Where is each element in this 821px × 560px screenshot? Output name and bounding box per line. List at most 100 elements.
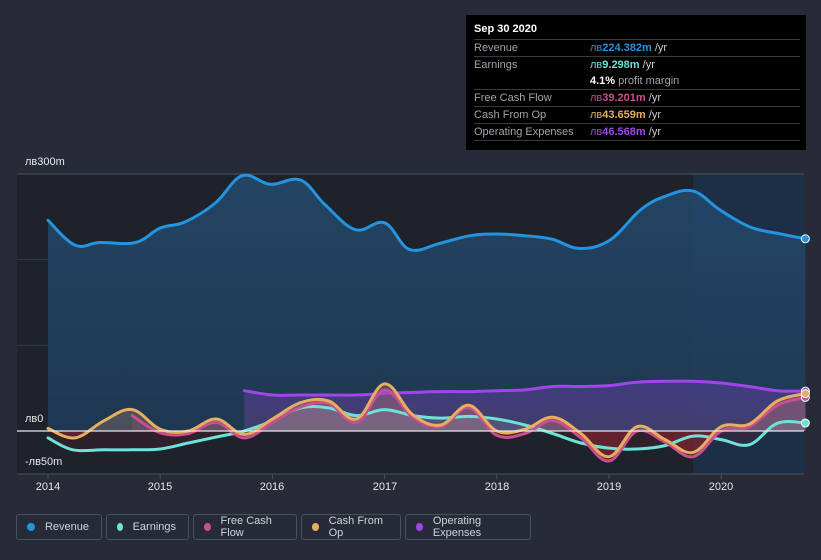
currency-symbol: лв [590,109,603,121]
legend-label: Cash From Op [328,515,383,539]
operating-expenses-point [356,394,358,396]
value-number: 46.568m [602,126,646,138]
free-cash-flow-point [131,415,133,417]
earnings-point [215,436,217,438]
earnings-point [47,437,49,439]
revenue-point [496,233,498,235]
operating-expenses-point [748,385,750,387]
free-cash-flow-point [552,420,554,422]
earnings-point [356,415,358,417]
revenue-point [609,239,611,241]
cash-from-op-point [299,402,301,404]
revenue-point [524,235,526,237]
earnings-point [468,415,470,417]
legend-item-operating-expenses[interactable]: Operating Expenses [405,514,531,540]
cash-from-op-point [103,420,105,422]
value-unit: /yr [645,109,661,121]
tooltip-label: Cash From Op [474,109,547,121]
revenue-point [324,204,326,206]
free-cash-flow-point [215,421,217,423]
free-cash-flow-dot-icon [204,523,211,531]
cash-from-op-point [328,400,330,402]
earnings-point [524,424,526,426]
operating-expenses-point [412,391,414,393]
tooltip-value: 4.1% profit margin [590,73,679,89]
revenue-point [780,233,782,235]
free-cash-flow-point [271,421,273,423]
value-number: 43.659m [602,109,646,121]
y-tick-label-neg50: -лв50m [25,456,63,468]
value-unit: /yr [645,126,661,138]
earnings-point [187,442,189,444]
value-number: 39.201m [602,92,646,104]
revenue-point [469,235,471,237]
tooltip-row-cash-from-op: Cash From Op лв43.659m /yr [474,107,800,124]
operating-expenses-point [524,389,526,391]
earnings-point [496,418,498,420]
tooltip-label: Free Cash Flow [474,92,552,104]
cash-from-op-point [748,423,750,425]
operating-expenses-point [776,390,778,392]
cash-from-op-point [440,424,442,426]
free-cash-flow-point [356,421,358,423]
free-cash-flow-point [187,433,189,435]
tooltip-value: лв9.298m /yr [590,57,655,73]
cash-from-op-point [608,456,610,458]
x-tick-label-2016: 2016 [259,481,285,493]
operating-expenses-point [664,380,666,382]
tooltip-row-revenue: Revenue лв224.382m /yr [474,40,800,57]
tooltip-value: лв43.659m /yr [590,107,661,123]
revenue-point [692,190,694,192]
operating-expenses-point [440,391,442,393]
y-tick-label-300: лв300m [25,156,65,168]
tooltip-row-profit-margin: 4.1% profit margin [474,73,800,90]
free-cash-flow-point [776,404,778,406]
free-cash-flow-point [328,403,330,405]
earnings-point [159,448,161,450]
free-cash-flow-point [468,407,470,409]
earnings-point [131,449,133,451]
value-number: 224.382m [602,42,652,54]
x-tick-label-2014: 2014 [35,481,61,493]
earnings-point [328,407,330,409]
cash-from-op-point [524,428,526,430]
cash-from-op-point [384,383,386,385]
earnings-point [664,445,666,447]
cash-from-op-point [776,400,778,402]
legend-label: Operating Expenses [432,515,482,539]
x-tick-label-2015: 2015 [147,481,173,493]
legend-item-earnings[interactable]: Earnings [106,514,189,540]
revenue-point [719,209,721,211]
tooltip-row-free-cash-flow: Free Cash Flow лв39.201m /yr [474,90,800,107]
legend-item-cash-from-op[interactable]: Cash From Op [301,514,401,540]
revenue-point [408,248,410,250]
tooltip-row-operating-expenses: Operating Expenses лв46.568m /yr [474,124,800,141]
legend-item-free-cash-flow[interactable]: Free Cash Flow [193,514,297,540]
tooltip-value: лв224.382m /yr [590,40,667,56]
earnings-point [384,409,386,411]
currency-symbol: лв [590,42,603,54]
legend-item-revenue[interactable]: Revenue [16,514,102,540]
value-unit: /yr [651,42,668,54]
operating-expenses-point [328,394,330,396]
operating-expenses-point [384,392,386,394]
revenue-point [135,242,137,244]
cash-from-op-point [664,439,666,441]
operating-expenses-point [692,380,694,382]
earnings-point [636,448,638,450]
x-tick-label-2018: 2018 [484,481,510,493]
earnings-dot-icon [117,523,123,531]
currency-symbol: лв [590,59,603,71]
revenue-dot-icon [27,523,35,531]
free-cash-flow-point [299,406,301,408]
cash-from-op-point [720,426,722,428]
revenue-point [99,242,101,244]
revenue-point [184,221,186,223]
revenue-endpoint-marker[interactable] [800,234,810,244]
revenue-point [241,175,243,177]
free-cash-flow-point [608,460,610,462]
revenue-point [159,227,161,229]
cash-from-op-endpoint-marker[interactable] [800,389,810,399]
earnings-endpoint-marker[interactable] [800,418,810,428]
tooltip-label [474,73,590,89]
